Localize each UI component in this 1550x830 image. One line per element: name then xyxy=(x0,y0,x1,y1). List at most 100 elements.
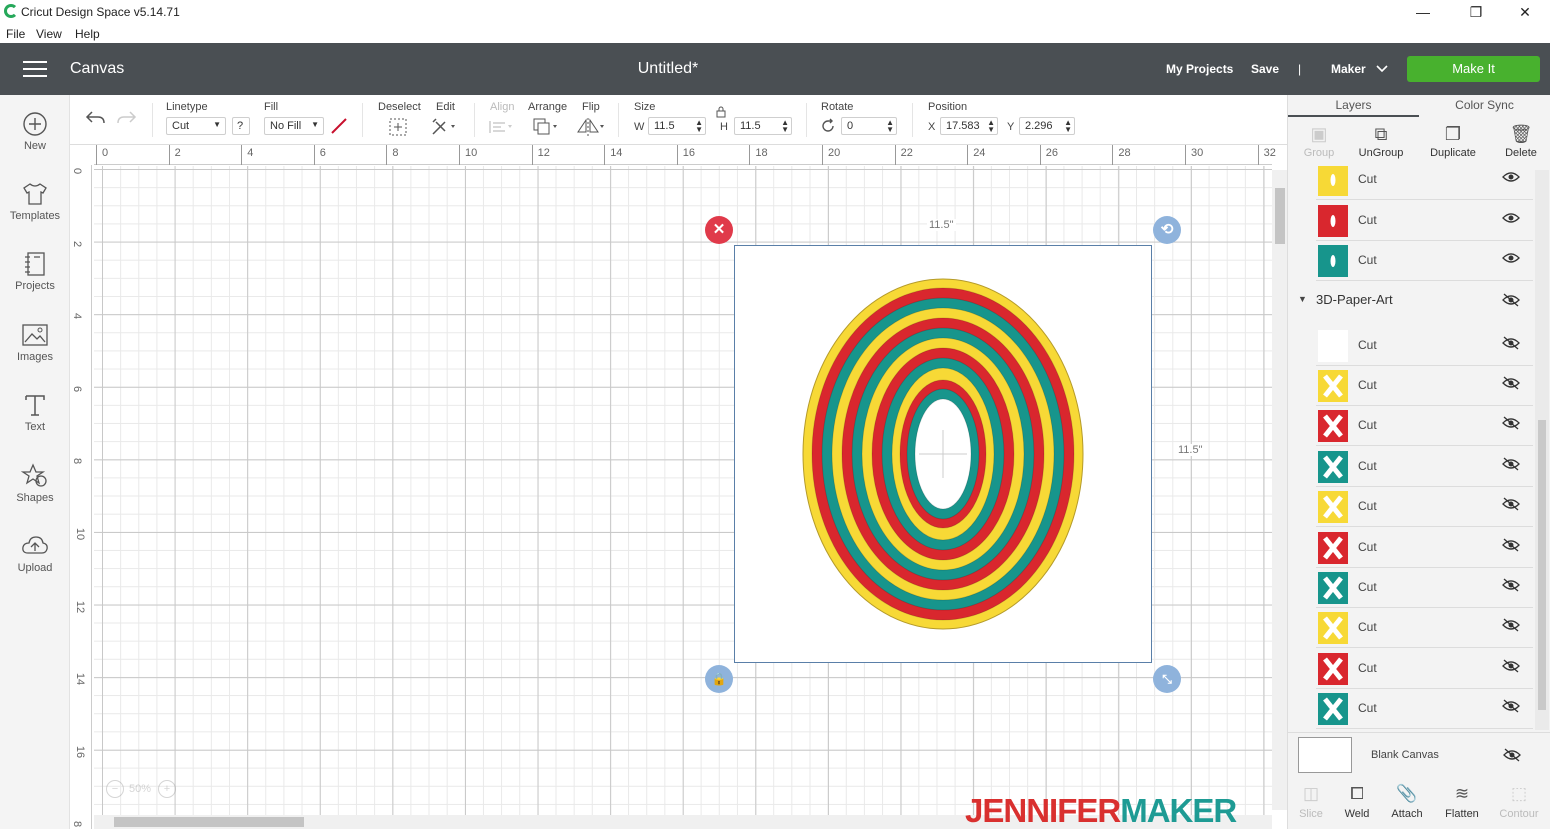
minimize-button[interactable]: — xyxy=(1408,2,1438,22)
layer-swatch[interactable] xyxy=(1318,652,1348,685)
redo-icon[interactable] xyxy=(116,109,138,127)
sidebar-item-images[interactable]: Images xyxy=(0,322,70,363)
eye-hidden-icon[interactable] xyxy=(1502,416,1520,434)
no-fill-swatch-icon[interactable] xyxy=(330,117,348,135)
sidebar-item-templates[interactable]: Templates xyxy=(0,181,70,222)
eye-icon[interactable] xyxy=(1502,251,1520,269)
layer-swatch[interactable] xyxy=(1318,410,1348,443)
layer-swatch[interactable] xyxy=(1318,329,1348,362)
y-position-input[interactable]: 2.296 ▲ ▼ xyxy=(1019,117,1075,135)
layer-swatch[interactable] xyxy=(1318,204,1348,237)
zoom-out-button[interactable]: − xyxy=(106,780,124,798)
layer-swatch[interactable] xyxy=(1318,245,1348,277)
layer-row[interactable]: Cut xyxy=(1316,487,1533,528)
layer-swatch[interactable] xyxy=(1318,531,1348,564)
eye-hidden-icon[interactable] xyxy=(1502,293,1520,312)
eye-icon[interactable] xyxy=(1502,170,1520,188)
eye-hidden-icon[interactable] xyxy=(1502,376,1520,394)
edit-tools-icon[interactable] xyxy=(431,117,459,137)
make-it-button[interactable]: Make It xyxy=(1407,56,1540,82)
layer-swatch[interactable] xyxy=(1318,369,1348,402)
eye-hidden-icon[interactable] xyxy=(1502,618,1520,636)
menu-file[interactable]: File xyxy=(6,27,25,41)
layer-row[interactable]: Cut xyxy=(1316,447,1533,487)
delete-button[interactable]: 🗑 Delete xyxy=(1490,121,1550,159)
layer-group-row[interactable]: ▼ 3D-Paper-Art xyxy=(1288,284,1535,316)
layer-row[interactable]: Cut xyxy=(1316,649,1533,689)
layer-row[interactable]: Cut xyxy=(1316,166,1533,200)
menu-view[interactable]: View xyxy=(36,27,62,41)
rotate-handle[interactable]: ⟲ xyxy=(1153,216,1181,244)
eye-hidden-icon[interactable] xyxy=(1502,497,1520,515)
layer-row[interactable]: Cut xyxy=(1316,201,1533,241)
layer-swatch[interactable] xyxy=(1318,693,1348,726)
blank-canvas-swatch[interactable] xyxy=(1298,737,1352,773)
eye-hidden-icon[interactable] xyxy=(1502,578,1520,596)
my-projects-link[interactable]: My Projects xyxy=(1166,62,1233,76)
chevron-down-icon[interactable] xyxy=(1376,65,1388,73)
layer-row[interactable]: Cut xyxy=(1316,689,1533,730)
layer-row[interactable]: Cut xyxy=(1316,568,1533,608)
duplicate-button[interactable]: ❐ Duplicate xyxy=(1422,121,1484,159)
fill-select[interactable]: No Fill ▼ xyxy=(264,117,324,135)
rotate-icon[interactable] xyxy=(819,117,837,135)
sidebar-item-text[interactable]: Text xyxy=(0,392,70,433)
hamburger-menu-icon[interactable] xyxy=(23,61,47,77)
deselect-icon[interactable] xyxy=(388,117,408,137)
zoom-control[interactable]: − 50% + xyxy=(100,776,180,802)
undo-icon[interactable] xyxy=(84,109,106,127)
arrange-icon[interactable] xyxy=(532,117,560,137)
flatten-button[interactable]: ≋ Flatten xyxy=(1434,782,1490,820)
height-input[interactable]: 11.5 ▲ ▼ xyxy=(734,117,792,135)
canvas-vertical-scrollbar[interactable] xyxy=(1272,170,1287,810)
width-input[interactable]: 11.5 ▲ ▼ xyxy=(648,117,706,135)
linetype-help-button[interactable]: ? xyxy=(232,117,250,135)
layers-scrollbar[interactable] xyxy=(1535,170,1549,730)
eye-icon[interactable] xyxy=(1502,211,1520,229)
machine-select[interactable]: Maker xyxy=(1331,62,1366,76)
zoom-in-button[interactable]: + xyxy=(158,780,176,798)
eye-hidden-icon[interactable] xyxy=(1502,538,1520,556)
lock-ratio-icon[interactable] xyxy=(714,105,728,119)
layer-swatch[interactable] xyxy=(1318,491,1348,524)
sidebar-item-shapes[interactable]: Shapes xyxy=(0,463,70,504)
resize-handle[interactable]: ⤡ xyxy=(1153,665,1181,693)
save-button[interactable]: Save xyxy=(1251,62,1279,76)
layer-row[interactable]: Cut xyxy=(1316,326,1533,366)
sidebar-item-new[interactable]: New xyxy=(0,111,70,152)
layer-row[interactable]: Cut xyxy=(1316,241,1533,281)
blank-canvas-row[interactable]: Blank Canvas xyxy=(1288,732,1550,776)
linetype-select[interactable]: Cut ▼ xyxy=(166,117,226,135)
rotate-input[interactable]: 0 ▲ ▼ xyxy=(841,117,897,135)
menu-help[interactable]: Help xyxy=(75,27,100,41)
sidebar-item-projects[interactable]: Projects xyxy=(0,251,70,292)
layer-row[interactable]: Cut xyxy=(1316,406,1533,447)
concentric-ovals-artwork[interactable] xyxy=(735,246,1150,661)
tab-color-sync[interactable]: Color Sync xyxy=(1419,95,1550,117)
caret-down-icon[interactable]: ▼ xyxy=(1298,294,1307,304)
layer-swatch[interactable] xyxy=(1318,166,1348,196)
x-position-input[interactable]: 17.583 ▲ ▼ xyxy=(940,117,998,135)
layer-row[interactable]: Cut xyxy=(1316,366,1533,406)
layer-row[interactable]: Cut xyxy=(1316,608,1533,649)
eye-hidden-icon[interactable] xyxy=(1502,457,1520,475)
eye-hidden-icon[interactable] xyxy=(1502,336,1520,354)
ungroup-button[interactable]: ⧉ UnGroup xyxy=(1350,121,1412,159)
layer-swatch[interactable] xyxy=(1318,571,1348,604)
close-window-button[interactable]: ✕ xyxy=(1510,2,1540,22)
eye-hidden-icon[interactable] xyxy=(1502,699,1520,717)
weld-button[interactable]: ⧠ Weld xyxy=(1329,782,1385,820)
flip-icon[interactable] xyxy=(576,117,606,137)
eye-hidden-icon[interactable] xyxy=(1502,659,1520,677)
layer-swatch[interactable] xyxy=(1318,612,1348,645)
document-title[interactable]: Untitled* xyxy=(560,60,776,78)
layer-swatch[interactable] xyxy=(1318,450,1348,483)
lock-handle[interactable]: 🔒 xyxy=(705,665,733,693)
delete-selection-handle[interactable]: ✕ xyxy=(705,216,733,244)
sidebar-item-upload[interactable]: Upload xyxy=(0,533,70,574)
tab-layers[interactable]: Layers xyxy=(1288,95,1419,117)
restore-button[interactable]: ❐ xyxy=(1461,2,1491,22)
selected-artwork-bounds[interactable] xyxy=(734,245,1152,663)
layer-row[interactable]: Cut xyxy=(1316,528,1533,568)
attach-button[interactable]: 📎 Attach xyxy=(1379,782,1435,820)
